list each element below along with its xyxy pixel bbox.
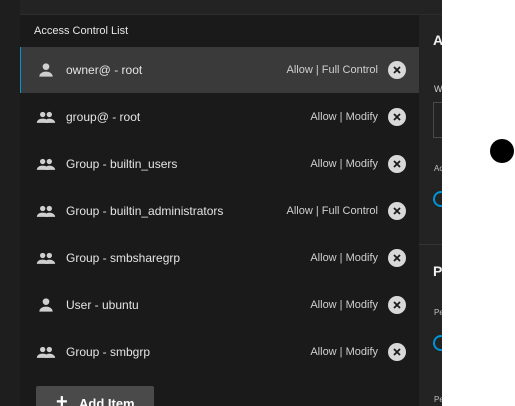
acl-item-name: User - ubuntu — [66, 298, 139, 312]
add-item-button[interactable]: + Add Item — [36, 386, 154, 406]
permissions-radio[interactable] — [433, 335, 442, 351]
permissions-label: Pe — [434, 308, 442, 317]
acl-item-builtin-administrators[interactable]: Group - builtin_administrators Allow | F… — [20, 188, 419, 234]
details-divider — [419, 244, 442, 245]
acl-item-owner-root[interactable]: owner@ - root Allow | Full Control — [20, 47, 419, 93]
person-icon — [39, 298, 53, 312]
acl-item-name: group@ - root — [66, 110, 141, 124]
who-select[interactable] — [433, 102, 442, 138]
acl-item-permission: Allow | Modify — [310, 111, 378, 123]
acl-item-builtin-users[interactable]: Group - builtin_users Allow | Modify — [20, 141, 419, 187]
close-icon — [393, 301, 401, 309]
top-bar — [20, 0, 442, 15]
close-icon — [393, 348, 401, 356]
details-label-acl-type: Ac — [434, 164, 442, 173]
acl-title: Access Control List — [34, 25, 129, 37]
acl-item-group-root[interactable]: group@ - root Allow | Modify — [20, 94, 419, 140]
close-icon — [393, 160, 401, 168]
acl-panel: Access Control List owner@ - root Allow … — [20, 15, 419, 406]
details-panel: A W Ac P Pe Pe — [419, 15, 442, 406]
acl-item-smbgrp[interactable]: Group - smbgrp Allow | Modify — [20, 329, 419, 375]
acl-item-user-ubuntu[interactable]: User - ubuntu Allow | Modify — [20, 282, 419, 328]
remove-item-button[interactable] — [388, 249, 406, 267]
plus-icon: + — [56, 391, 68, 406]
acl-item-permission: Allow | Full Control — [286, 205, 379, 217]
acl-item-name: owner@ - root — [66, 63, 143, 77]
left-edge-strip — [0, 0, 20, 406]
acl-item-name: Group - smbgrp — [66, 345, 151, 359]
acl-item-permission: Allow | Full Control — [286, 64, 379, 76]
add-item-label: Add Item — [79, 396, 135, 406]
close-icon — [393, 66, 401, 74]
remove-item-button[interactable] — [388, 202, 406, 220]
people-icon — [36, 346, 56, 358]
person-icon — [39, 63, 53, 77]
people-icon — [36, 205, 56, 217]
people-icon — [36, 252, 56, 264]
acl-item-name: Group - smbsharegrp — [66, 251, 181, 265]
acl-item-permission: Allow | Modify — [310, 158, 378, 170]
remove-item-button[interactable] — [388, 155, 406, 173]
details-label-who: W — [434, 84, 442, 94]
close-icon — [393, 113, 401, 121]
acl-item-permission: Allow | Modify — [310, 299, 378, 311]
close-icon — [393, 254, 401, 262]
remove-item-button[interactable] — [388, 108, 406, 126]
permissions-label-2: Pe — [434, 395, 442, 404]
acl-item-name: Group - builtin_administrators — [66, 204, 224, 218]
cursor-dot — [490, 139, 514, 163]
permissions-heading: P — [433, 263, 442, 279]
close-icon — [393, 207, 401, 215]
people-icon — [36, 111, 56, 123]
details-heading: A — [433, 32, 442, 48]
acl-item-smbsharegrp[interactable]: Group - smbsharegrp Allow | Modify — [20, 235, 419, 281]
acl-item-permission: Allow | Modify — [310, 346, 378, 358]
people-icon — [36, 158, 56, 170]
remove-item-button[interactable] — [388, 343, 406, 361]
acl-item-permission: Allow | Modify — [310, 252, 378, 264]
acl-item-name: Group - builtin_users — [66, 157, 178, 171]
acl-type-radio[interactable] — [433, 191, 442, 207]
remove-item-button[interactable] — [388, 296, 406, 314]
remove-item-button[interactable] — [388, 61, 406, 79]
